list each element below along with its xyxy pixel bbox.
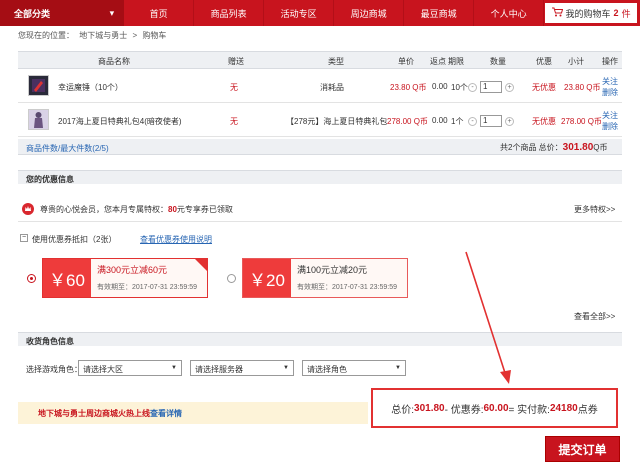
- annotation-arrow-icon: [465, 251, 511, 384]
